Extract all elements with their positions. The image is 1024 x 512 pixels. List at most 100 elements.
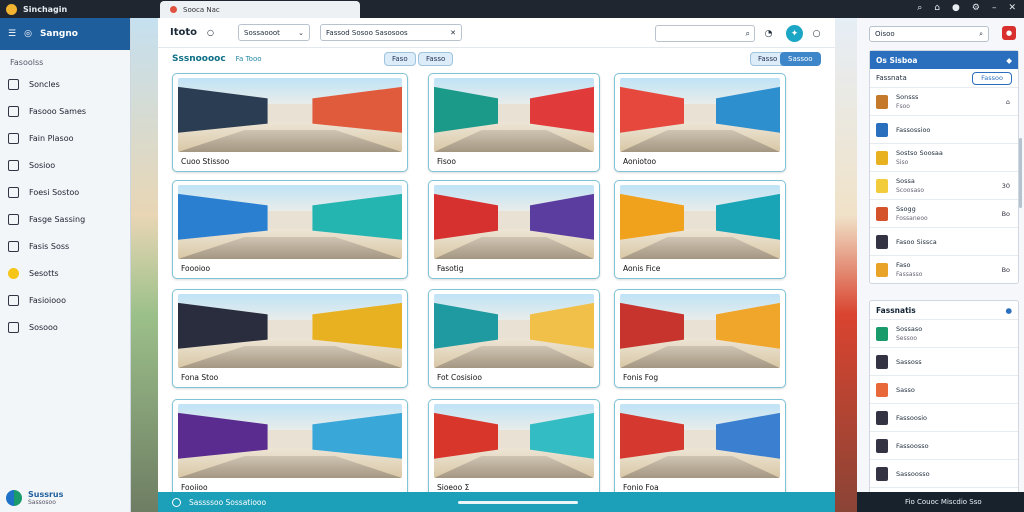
- sidebar-item[interactable]: Fain Plasoo: [0, 125, 130, 152]
- scroll-handle[interactable]: [458, 501, 578, 504]
- panel-search-input[interactable]: Oisoo ⌕: [869, 26, 989, 42]
- close-icon[interactable]: ✕: [1008, 3, 1016, 13]
- store-card[interactable]: Aoniotoo: [614, 73, 786, 172]
- search-icon: ⌕: [979, 29, 983, 38]
- filter-chip[interactable]: Fasso: [418, 52, 454, 66]
- background-photo-left: [131, 18, 158, 512]
- home-icon[interactable]: ⌂: [934, 3, 940, 13]
- store-list-items: Sonsss Fsoo ⌂ Fassossioo Sostso Soosaa Siso So…: [870, 87, 1018, 283]
- sidebar-item[interactable]: Sosooo: [0, 314, 130, 341]
- sidebar-item[interactable]: Fasooo Sames: [0, 98, 130, 125]
- list-item-value: Bo: [1001, 209, 1010, 218]
- filter-input[interactable]: Fassod Sosoo Sasosoos ✕: [320, 24, 463, 41]
- sidebar-item-label: Fasioiooo: [29, 296, 66, 305]
- store-card-caption: Aoniotoo: [623, 157, 657, 166]
- list-item[interactable]: Fasoo Sissca: [870, 227, 1018, 255]
- store-card-caption: Fonis Fog: [623, 373, 659, 382]
- scrollbar[interactable]: [1019, 138, 1022, 208]
- list-item[interactable]: Sassoosso: [870, 459, 1018, 487]
- store-photo: [620, 78, 780, 152]
- lock-icon[interactable]: ◆: [1006, 56, 1012, 65]
- search-icon[interactable]: ⌕: [917, 3, 922, 13]
- list-item[interactable]: Sonsss Fsoo ⌂: [870, 87, 1018, 115]
- grid-icon: [8, 106, 19, 117]
- info-icon[interactable]: ●: [1005, 306, 1012, 315]
- list-item[interactable]: Sossaso Sessoo: [870, 319, 1018, 347]
- store-card-caption: Foooioo: [181, 264, 211, 273]
- store-card-caption: Fisoo: [437, 157, 456, 166]
- list-item[interactable]: Sostso Soosaa Siso: [870, 143, 1018, 171]
- list-item-title: Sostso Soosaa: [896, 149, 943, 157]
- list-item[interactable]: Sassoss: [870, 347, 1018, 375]
- help-icon[interactable]: ○: [808, 25, 825, 42]
- grid-icon: [8, 295, 19, 306]
- user-icon[interactable]: ✦: [786, 25, 803, 42]
- list-item[interactable]: Ssogg Fossaneoo Bo: [870, 199, 1018, 227]
- store-card[interactable]: Aonis Fice: [614, 180, 786, 279]
- store-card-caption: Fona Stoo: [181, 373, 219, 382]
- sidebar-item[interactable]: Sosioo: [0, 152, 130, 179]
- store-card[interactable]: Fooiioo: [172, 399, 408, 498]
- store-photo: [434, 78, 594, 152]
- bell-icon[interactable]: ◔: [760, 25, 777, 42]
- store-card-caption: Fonio Foa: [623, 483, 659, 492]
- avatar[interactable]: ●: [952, 3, 960, 13]
- item-thumbnail-icon: [876, 178, 888, 193]
- sort-button[interactable]: Sassoo: [780, 52, 821, 66]
- store-card[interactable]: Fasotig: [428, 180, 600, 279]
- store-photo: [434, 185, 594, 259]
- sidebar-item[interactable]: Sesotts: [0, 260, 130, 287]
- sidebar-item[interactable]: Fasis Soss: [0, 233, 130, 260]
- sidebar-item[interactable]: Soncles: [0, 71, 130, 98]
- filter-chip[interactable]: Faso: [384, 52, 416, 66]
- list-item[interactable]: Sasso: [870, 375, 1018, 403]
- settings-icon[interactable]: ⚙: [972, 3, 980, 13]
- list-item-text: Ssogg Fossaneoo: [896, 205, 928, 222]
- sidebar-item[interactable]: Fasge Sassing: [0, 206, 130, 233]
- browser-tab[interactable]: Sooca Nac: [160, 1, 360, 18]
- sidebar-item[interactable]: Foesi Sostoo: [0, 179, 130, 206]
- list-item[interactable]: Fassossioo: [870, 115, 1018, 143]
- store-photo: [434, 404, 594, 478]
- titlebar-controls: ⌕ ⌂ ● ⚙ – ✕: [917, 3, 1016, 13]
- list-item-meta: Siso: [896, 159, 909, 166]
- store-list-button[interactable]: Fassoo: [972, 71, 1012, 85]
- list-item[interactable]: Faso Fassasso Bo: [870, 255, 1018, 283]
- section-subtitle: Fa Tooo: [235, 55, 262, 63]
- list-item-title: Sonsss: [896, 93, 919, 101]
- list-item-text: Fassossioo: [896, 126, 930, 134]
- list-item-text: Sossaso Sessoo: [896, 325, 922, 342]
- menu-icon[interactable]: ☰: [8, 29, 16, 39]
- category-select[interactable]: Sossaooot ⌄: [238, 24, 311, 41]
- store-card[interactable]: Foooioo: [172, 180, 408, 279]
- clear-icon[interactable]: ✕: [450, 29, 456, 37]
- list-item[interactable]: Fassoosio: [870, 403, 1018, 431]
- list-item[interactable]: Sossa Scoosaso 30: [870, 171, 1018, 199]
- store-card-caption: Fasotig: [437, 264, 464, 273]
- store-list-subtitle: Fassnata: [876, 74, 907, 82]
- notification-badge[interactable]: ●: [1002, 26, 1016, 40]
- store-card[interactable]: Fonis Fog: [614, 289, 786, 388]
- tab-label: Sooca Nac: [183, 5, 220, 14]
- store-card[interactable]: Fona Stoo: [172, 289, 408, 388]
- store-card[interactable]: Fot Cosisioo: [428, 289, 600, 388]
- list-item-text: Sasso: [896, 386, 915, 394]
- filter-input-value: Fassod Sosoo Sasosoos: [326, 28, 408, 37]
- grid-icon: [8, 160, 19, 171]
- sidebar-item-label: Sosooo: [29, 323, 58, 332]
- sidebar-item[interactable]: Fasioiooo: [0, 287, 130, 314]
- store-card[interactable]: Sioeoo Σ: [428, 399, 600, 498]
- store-card-caption: Aonis Fice: [623, 264, 661, 273]
- store-card[interactable]: Fisoo: [428, 73, 600, 172]
- store-card[interactable]: Cuoo Stissoo: [172, 73, 408, 172]
- item-thumbnail-icon: [876, 382, 888, 397]
- minimize-icon[interactable]: –: [992, 3, 997, 13]
- store-photo: [434, 294, 594, 368]
- list-item[interactable]: Fassoosso: [870, 431, 1018, 459]
- grid-icon: [8, 241, 19, 252]
- featured-header: Fassnatis ●: [870, 301, 1018, 319]
- list-item-text: Fasoo Sissca: [896, 238, 937, 246]
- store-card[interactable]: Fonio Foa: [614, 399, 786, 498]
- search-input[interactable]: ⌕: [655, 25, 755, 42]
- clock-icon[interactable]: ○: [207, 28, 214, 37]
